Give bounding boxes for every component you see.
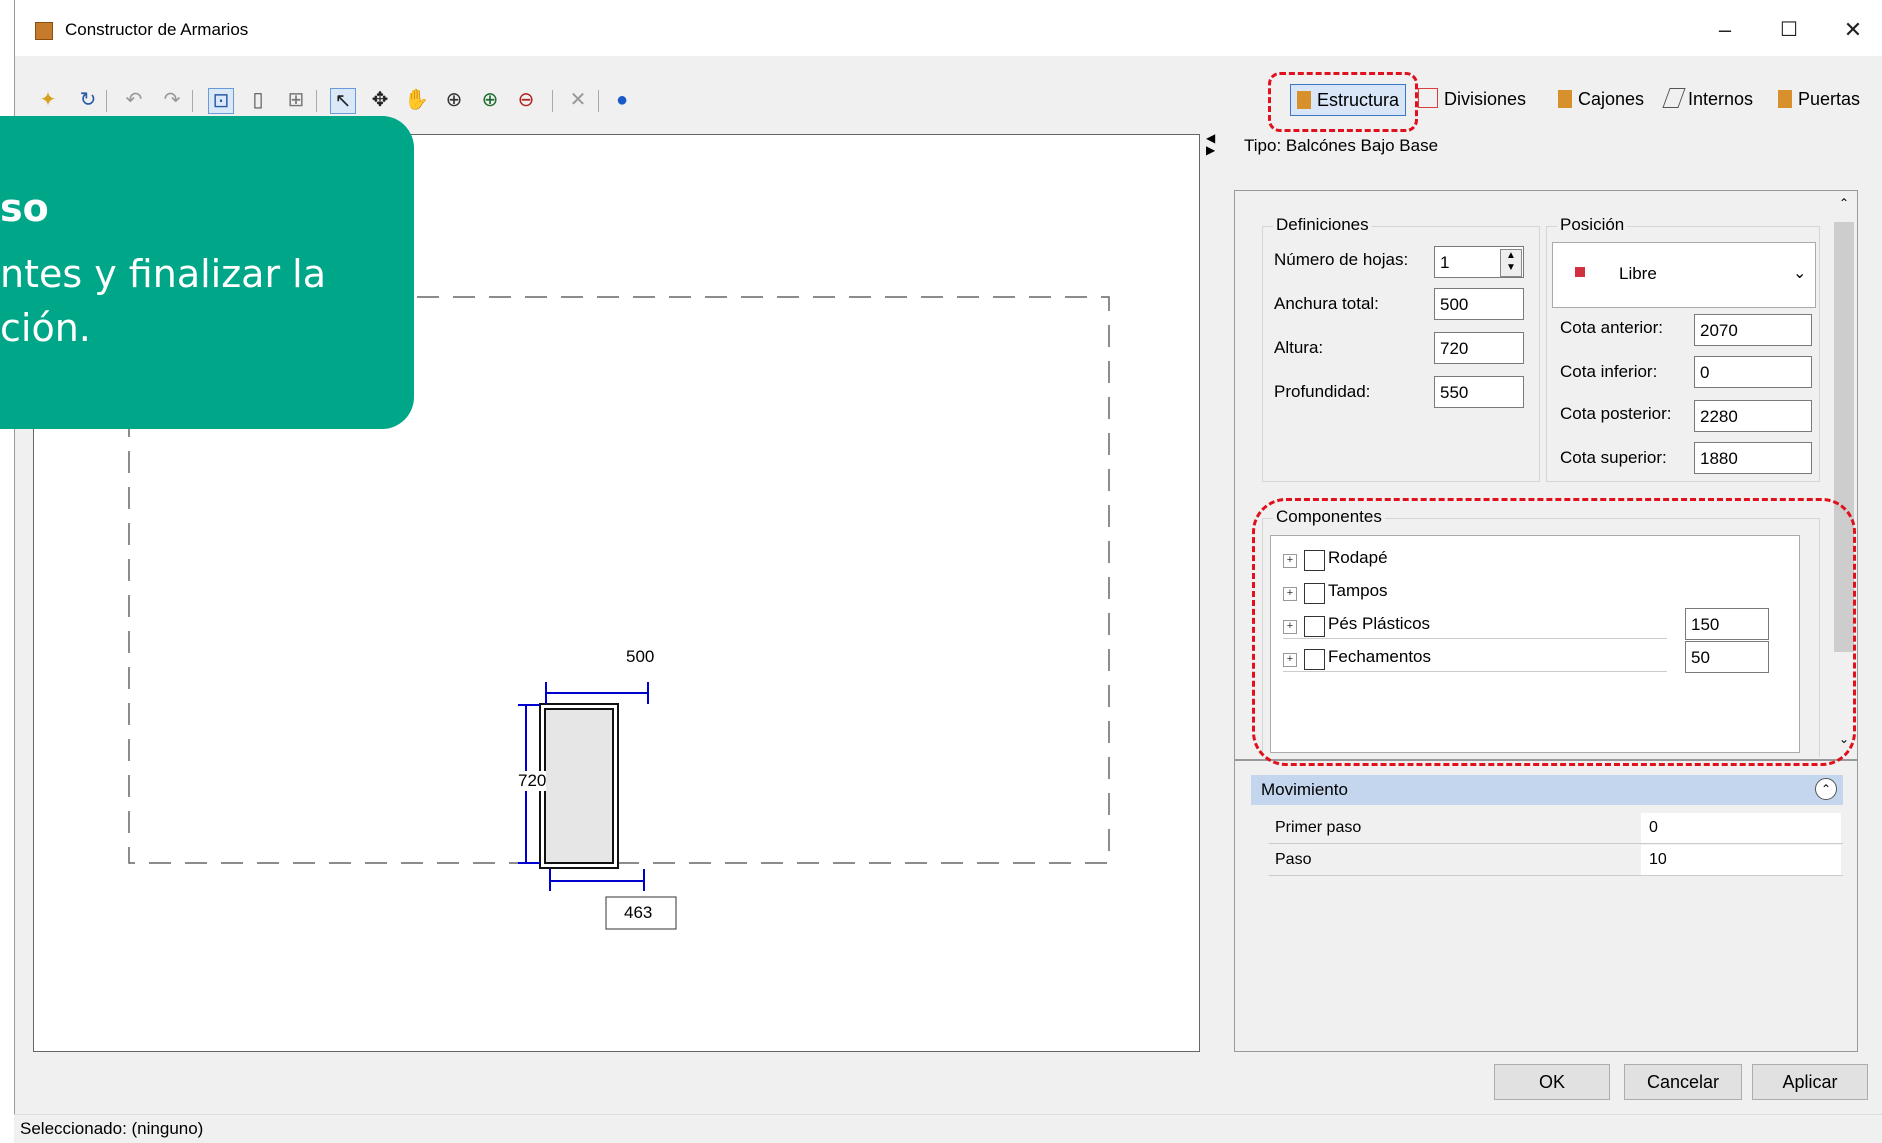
grid-icon[interactable]: ⊞ [284, 88, 308, 112]
move-icon[interactable]: ✥ [368, 88, 392, 112]
delete-icon[interactable]: ✕ [566, 88, 590, 112]
redo-icon[interactable]: ↷ [160, 88, 184, 112]
zoom-in-icon[interactable]: ⊕ [478, 88, 502, 112]
new-icon[interactable]: ✦ [36, 88, 60, 112]
status-text: Seleccionado: (ninguno) [20, 1119, 204, 1138]
bottom-input[interactable]: 0 [1694, 356, 1812, 388]
sheets-spinner[interactable]: ▲ ▼ [1500, 249, 1522, 277]
back-input[interactable]: 2280 [1694, 400, 1812, 432]
height-label: Altura: [1274, 338, 1324, 357]
doors-icon [1778, 90, 1792, 108]
collapse-icon[interactable]: ⌃ [1815, 778, 1837, 800]
pointer-icon[interactable]: ↖ [330, 88, 356, 114]
sheets-label: Número de hojas: [1274, 250, 1409, 269]
cabinet-shape[interactable] [544, 708, 614, 864]
width-input[interactable]: 500 [1434, 288, 1524, 320]
app-icon [35, 22, 53, 40]
position-icon [1575, 267, 1585, 277]
window-title: Constructor de Armarios [65, 20, 249, 39]
undo-icon[interactable]: ↶ [122, 88, 146, 112]
step-row: Paso 10 [1269, 845, 1843, 876]
refresh-icon[interactable]: ↻ [76, 88, 100, 112]
components-highlight [1252, 498, 1856, 766]
title-bar: Constructor de Armarios – ☐ ✕ [15, 0, 1882, 56]
collapse-arrows-icon[interactable]: ◀ ▶ [1206, 132, 1215, 156]
zoom-extents-icon[interactable]: ⊕ [442, 88, 466, 112]
bottom-dimension-label: 463 [624, 903, 653, 922]
position-dropdown[interactable]: Libre ⌄ [1552, 242, 1816, 308]
status-bar: Seleccionado: (ninguno) [14, 1114, 1882, 1143]
minimize-button[interactable]: – [1695, 8, 1755, 52]
pan-icon[interactable]: ✋ [404, 88, 429, 112]
tab-internos[interactable]: Internos [1662, 84, 1753, 114]
zoom-out-icon[interactable]: ⊖ [514, 88, 538, 112]
apply-button[interactable]: Aplicar [1752, 1064, 1868, 1100]
tooltip-line-2: ción. [0, 306, 91, 350]
step-value[interactable]: 10 [1641, 845, 1841, 875]
depth-label: Profundidad: [1274, 382, 1371, 401]
movement-panel: Movimiento ⌃ Primer paso 0 Paso 10 [1234, 760, 1858, 1052]
front-label: Cota anterior: [1560, 318, 1663, 337]
cancel-button[interactable]: Cancelar [1624, 1064, 1742, 1100]
tab-cajones[interactable]: Cajones [1558, 84, 1644, 114]
height-dimension-label: 720 [518, 771, 547, 791]
scroll-up-icon[interactable]: ⌃ [1839, 196, 1849, 210]
ok-button[interactable]: OK [1494, 1064, 1610, 1100]
position-title: Posición [1557, 215, 1628, 235]
chevron-down-icon: ⌄ [1793, 265, 1807, 282]
tab-puertas[interactable]: Puertas [1778, 84, 1860, 114]
definitions-title: Definiciones [1273, 215, 1372, 235]
height-input[interactable]: 720 [1434, 332, 1524, 364]
first-step-value[interactable]: 0 [1641, 813, 1841, 843]
panel-icon[interactable]: ▯ [246, 88, 270, 112]
back-label: Cota posterior: [1560, 404, 1672, 423]
first-step-row: Primer paso 0 [1269, 813, 1843, 844]
bottom-label: Cota inferior: [1560, 362, 1658, 381]
grid-divisions-icon [1418, 88, 1438, 108]
type-label: Tipo: Balcónes Bajo Base [1244, 136, 1439, 155]
drawers-icon [1558, 90, 1572, 108]
tooltip-heading: so [0, 186, 49, 230]
frame-icon[interactable]: ⊡ [208, 88, 234, 114]
close-button[interactable]: ✕ [1823, 8, 1882, 52]
tab-divisiones[interactable]: Divisiones [1418, 84, 1526, 114]
help-icon[interactable]: ● [610, 88, 634, 112]
width-dimension-label: 500 [626, 647, 655, 666]
front-input[interactable]: 2070 [1694, 314, 1812, 346]
top-input[interactable]: 1880 [1694, 442, 1812, 474]
width-label: Anchura total: [1274, 294, 1379, 313]
maximize-button[interactable]: ☐ [1759, 8, 1819, 52]
internals-icon [1662, 88, 1686, 108]
estructura-highlight [1268, 72, 1418, 132]
top-label: Cota superior: [1560, 448, 1667, 467]
tutorial-tooltip: so ntes y finalizar la ción. [0, 116, 414, 429]
movement-header[interactable]: Movimiento ⌃ [1251, 775, 1843, 805]
depth-input[interactable]: 550 [1434, 376, 1524, 408]
tooltip-line-1: ntes y finalizar la [0, 252, 327, 296]
